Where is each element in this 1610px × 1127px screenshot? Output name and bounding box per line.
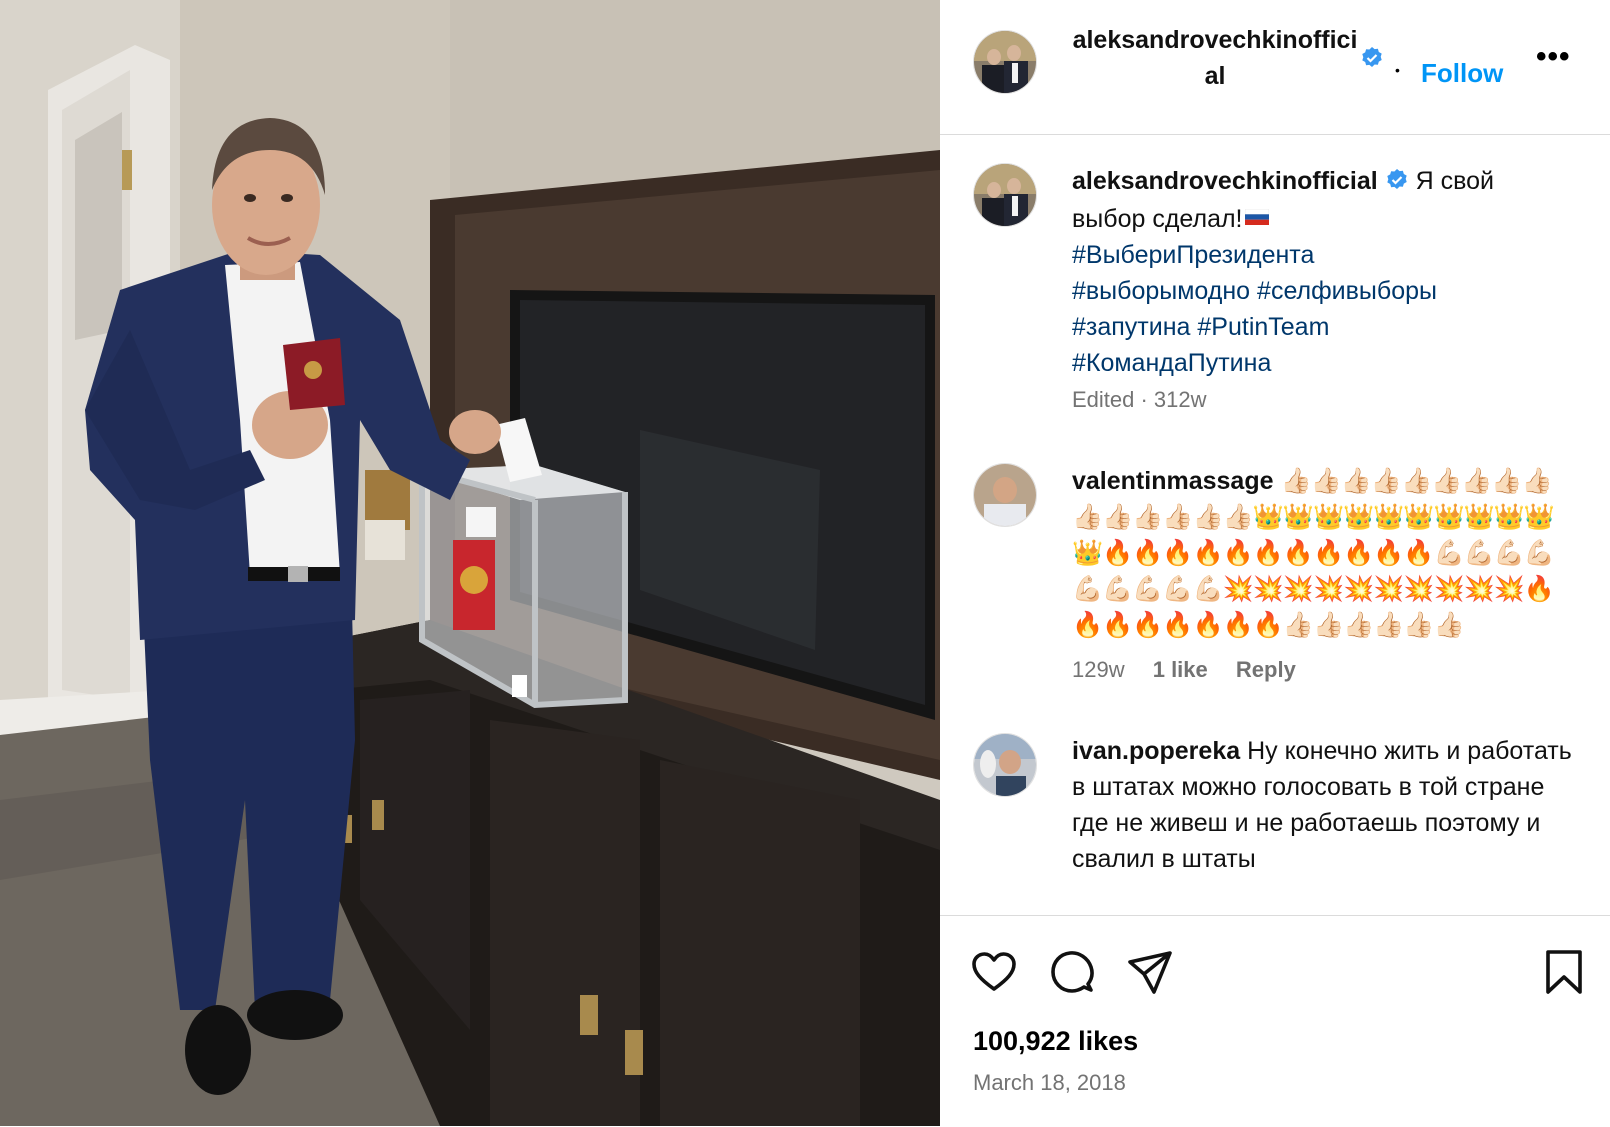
author-avatar[interactable] [973, 30, 1037, 94]
hashtag-link[interactable]: #ВыбериПрезидента [1072, 241, 1314, 269]
hashtag-link[interactable]: #PutinTeam [1197, 313, 1329, 341]
caption-username[interactable]: aleksandrovechkinofficial [1072, 167, 1378, 195]
caption-item: aleksandrovechkinofficial Я свой выбор с… [940, 135, 1610, 435]
comments-list[interactable]: aleksandrovechkinofficial Я свой выбор с… [940, 135, 1610, 915]
post-details-panel: aleksandrovechkinofficial • Follow ••• a… [940, 0, 1610, 1126]
verified-badge-icon [1360, 46, 1384, 70]
reply-button[interactable]: Reply [1236, 657, 1296, 682]
comment-bubble-icon[interactable] [1048, 948, 1096, 996]
hashtag-link[interactable]: #КомандаПутина [1072, 349, 1271, 377]
hashtag-link[interactable]: #выборымодно [1072, 277, 1250, 305]
caption-meta: Edited · 312w [1072, 387, 1207, 412]
likes-count[interactable]: 100,922 likes [973, 1026, 1138, 1057]
post-photo-image [0, 0, 940, 1126]
paper-plane-icon[interactable] [1126, 948, 1174, 996]
comment-meta: 129w 1 like Reply [1072, 657, 1318, 683]
comment-username[interactable]: valentinmassage [1072, 467, 1274, 495]
heart-icon[interactable] [970, 948, 1018, 996]
post-actions-bar: 100,922 likes March 18, 2018 [940, 915, 1610, 1127]
comment-item: valentinmassage 👍🏻👍🏻👍🏻👍🏻👍🏻👍🏻👍🏻👍🏻👍🏻👍🏻👍🏻👍🏻… [940, 435, 1610, 705]
author-username[interactable]: aleksandrovechkinofficial [1070, 22, 1360, 94]
more-options-icon[interactable]: ••• [1536, 40, 1571, 74]
commenter-avatar[interactable] [973, 733, 1037, 797]
russia-flag-icon [1244, 199, 1269, 225]
separator-dot: • [1395, 62, 1400, 78]
comment-username[interactable]: ivan.popereka [1072, 737, 1240, 765]
hashtag-link[interactable]: #запутина [1072, 313, 1190, 341]
comment-likes[interactable]: 1 like [1153, 657, 1208, 682]
follow-button[interactable]: Follow [1421, 58, 1503, 89]
comment-item: ivan.popereka Ну конечно жить и работать… [940, 705, 1610, 915]
post-photo[interactable] [0, 0, 940, 1126]
commenter-avatar[interactable] [973, 463, 1037, 527]
bookmark-icon[interactable] [1540, 948, 1588, 996]
caption-text: aleksandrovechkinofficial Я свой выбор с… [1072, 163, 1572, 381]
post-date[interactable]: March 18, 2018 [973, 1070, 1126, 1096]
hashtag-link[interactable]: #селфивыборы [1257, 277, 1437, 305]
comment-text: ivan.popereka Ну конечно жить и работать… [1072, 733, 1572, 877]
post-header: aleksandrovechkinofficial • Follow ••• [940, 0, 1610, 135]
verified-badge-icon [1385, 166, 1409, 190]
comment-text: valentinmassage 👍🏻👍🏻👍🏻👍🏻👍🏻👍🏻👍🏻👍🏻👍🏻👍🏻👍🏻👍🏻… [1072, 463, 1572, 643]
comment-age: 129w [1072, 657, 1125, 682]
author-avatar[interactable] [973, 163, 1037, 227]
